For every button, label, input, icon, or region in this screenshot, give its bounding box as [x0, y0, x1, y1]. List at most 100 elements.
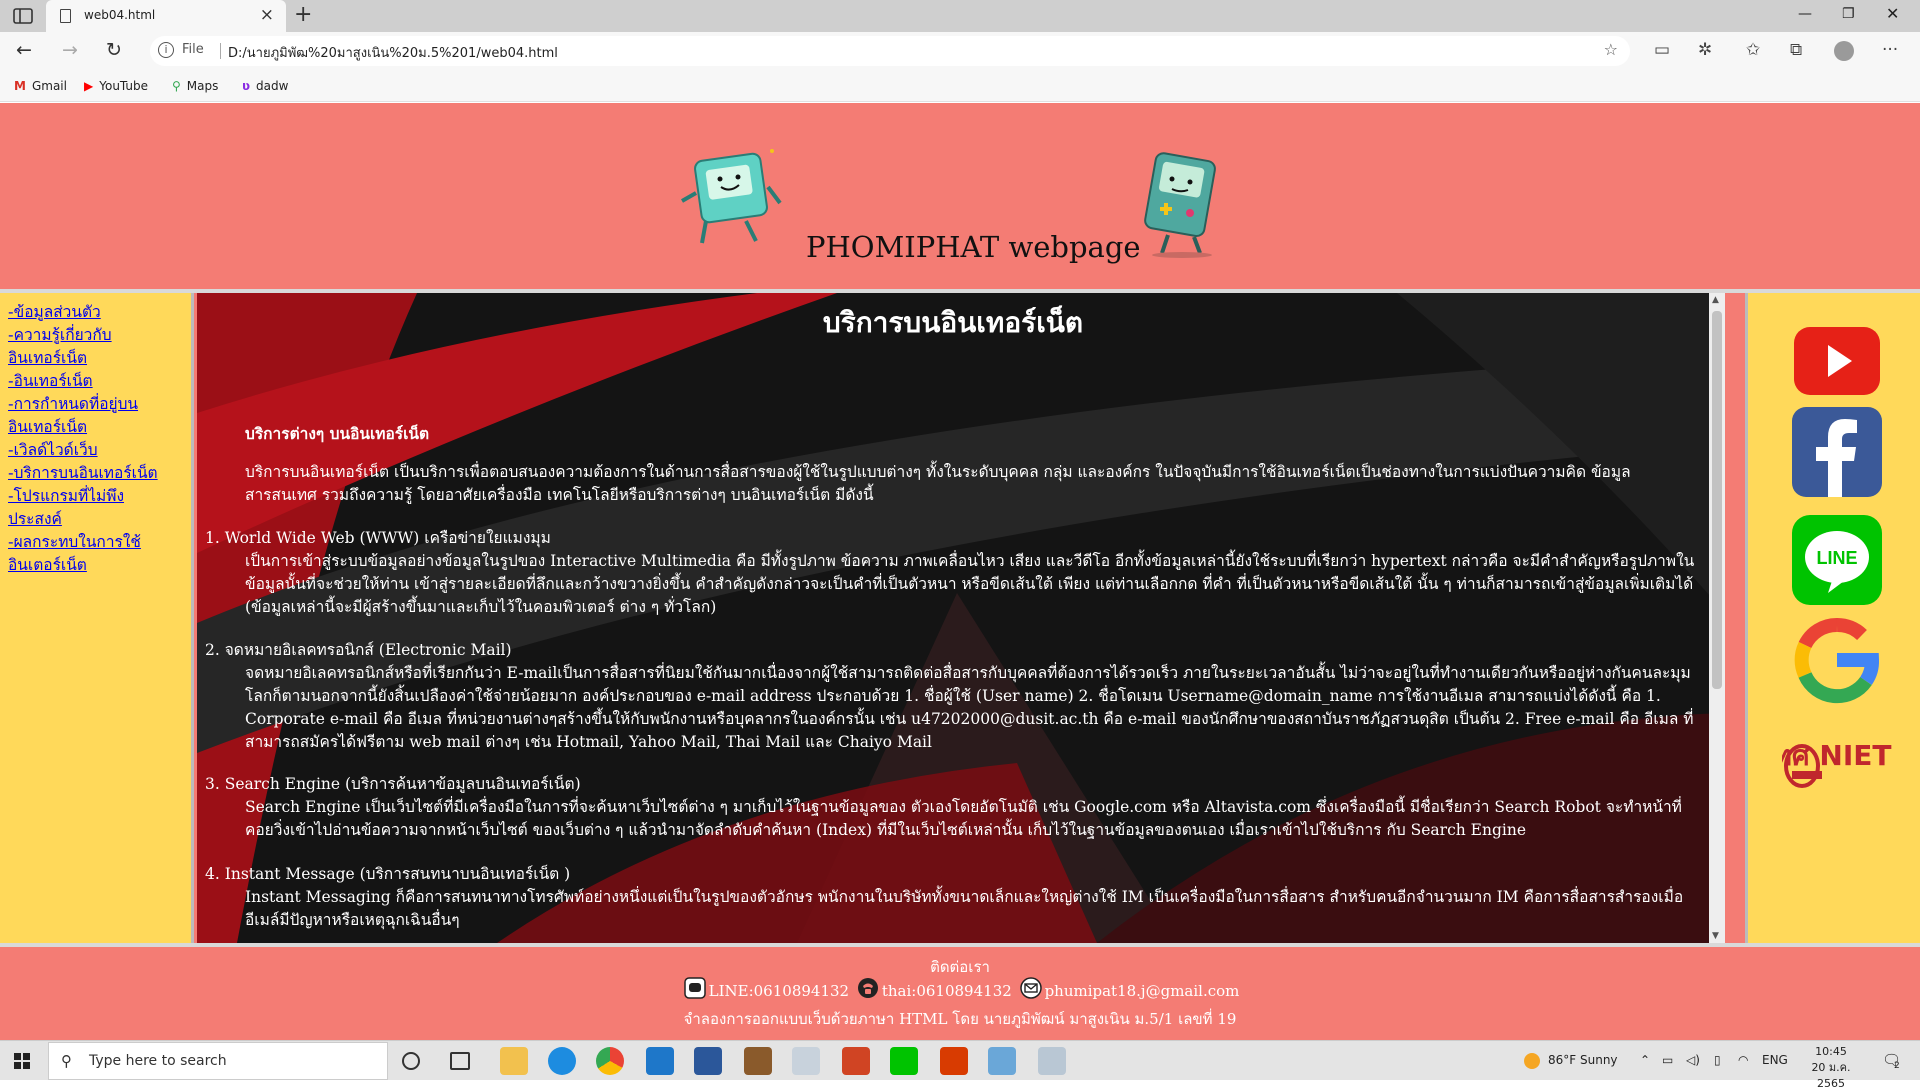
more-menu-icon[interactable]: ··· — [1882, 40, 1898, 60]
email-address[interactable]: phumipat18.j@gmail.com — [1045, 982, 1240, 1000]
nav-item-services[interactable]: -บริการบนอินเทอร์เน็ต — [8, 462, 191, 485]
weather-text[interactable]: 86°F Sunny — [1548, 1053, 1618, 1067]
nav-item-addressing-cont[interactable]: อินเทอร์เน็ต — [8, 416, 191, 439]
nav-item-impacts-cont[interactable]: อินเตอร์เน็ต — [8, 554, 191, 577]
svg-text:LINE: LINE — [1816, 548, 1857, 568]
nav-link[interactable]: อินเทอร์เน็ต — [8, 418, 87, 436]
content-text-area: บริการบนอินเทอร์เน็ต บริการต่างๆ บนอินเท… — [197, 293, 1709, 943]
content-scrollbar[interactable]: ▲ ▼ — [1709, 293, 1725, 943]
line-id[interactable]: LINE:0610894132 — [709, 982, 849, 1000]
paint-icon[interactable] — [1038, 1047, 1066, 1075]
language-indicator[interactable]: ENG — [1762, 1053, 1788, 1067]
back-icon[interactable]: ← — [16, 39, 32, 61]
document-app-icon[interactable] — [792, 1047, 820, 1075]
line-icon[interactable]: LINE — [1792, 515, 1882, 605]
app-icon[interactable] — [940, 1047, 968, 1075]
collections-icon[interactable]: ⧉ — [1790, 40, 1802, 60]
info-icon[interactable]: i — [158, 42, 174, 58]
nav-link[interactable]: -ข้อมูลส่วนตัว — [8, 303, 101, 321]
tab-actions-icon[interactable] — [12, 7, 34, 25]
nav-link[interactable]: -โปรแกรมที่ไม่พึง — [8, 487, 124, 505]
bookmark-dadw[interactable]: ʋ dadw — [242, 79, 288, 93]
page-footer: ติดต่อเรา LINE:0610894132 thai:061089413… — [0, 947, 1920, 1040]
nav-item-internet-knowledge-cont[interactable]: อินเทอร์เน็ต — [8, 347, 191, 370]
browser-tab[interactable]: web04.html × — [46, 0, 286, 32]
scroll-down-icon[interactable]: ▼ — [1712, 931, 1719, 941]
service-item-www: 1. World Wide Web (WWW) เครือข่ายใยแมงมุ… — [205, 527, 1705, 619]
search-icon: ⚲ — [61, 1052, 72, 1070]
nav-item-internet[interactable]: -อินเทอร์เน็ต — [8, 370, 191, 393]
taskbar-clock[interactable]: 10:45 20 ม.ค. 2565 — [1796, 1044, 1866, 1092]
nav-item-internet-knowledge[interactable]: -ความรู้เกี่ยวกับ — [8, 324, 191, 347]
game-app-icon[interactable] — [744, 1047, 772, 1075]
nav-link[interactable]: -บริการบนอินเทอร์เน็ต — [8, 464, 158, 482]
edge-browser-icon[interactable] — [548, 1047, 576, 1075]
profile-avatar-icon[interactable] — [1834, 41, 1854, 61]
scroll-up-icon[interactable]: ▲ — [1712, 295, 1719, 305]
tab-title: web04.html — [84, 8, 156, 22]
minimize-icon[interactable]: — — [1798, 6, 1812, 22]
nav-link[interactable]: ประสงค์ — [8, 510, 62, 528]
bookmark-maps[interactable]: ⚲ Maps — [172, 79, 218, 93]
svg-text:สทศ NIETS: สทศ NIETS — [1782, 739, 1892, 772]
url-text[interactable]: D:/นายภูมิพัฒ%20มาสูงเนิน%20ม.5%201/web0… — [228, 42, 558, 63]
nav-link[interactable]: -การกำหนดที่อยู่บน — [8, 395, 138, 413]
forward-icon[interactable]: → — [62, 39, 78, 61]
wifi-icon[interactable]: ◠ — [1738, 1053, 1748, 1067]
show-hidden-icons-icon[interactable]: ⌃ — [1640, 1053, 1650, 1067]
restore-icon[interactable]: ❐ — [1842, 6, 1855, 22]
file-explorer-icon[interactable] — [500, 1047, 528, 1075]
email-icon — [1019, 977, 1042, 999]
refresh-icon[interactable]: ↻ — [106, 39, 122, 61]
volume-icon[interactable]: ◁) — [1686, 1053, 1700, 1067]
nav-link[interactable]: -อินเทอร์เน็ต — [8, 372, 93, 390]
page-icon: ʋ — [242, 79, 251, 93]
add-favorite-icon[interactable]: ☆ — [1604, 40, 1618, 59]
close-window-icon[interactable]: ✕ — [1886, 4, 1899, 23]
nav-link[interactable]: อินเตอร์เน็ต — [8, 556, 87, 574]
nav-link[interactable]: -ความรู้เกี่ยวกับ — [8, 326, 112, 344]
line-app-icon[interactable] — [890, 1047, 918, 1075]
facebook-icon[interactable] — [1792, 407, 1882, 497]
nav-link[interactable]: -เวิลด์ไวด์เว็บ — [8, 441, 98, 459]
reading-view-icon[interactable]: ▭ — [1654, 40, 1670, 60]
bookmark-youtube[interactable]: ▶ YouTube — [84, 79, 148, 93]
new-tab-button[interactable]: + — [294, 2, 312, 27]
bookmark-label: Gmail — [31, 79, 67, 93]
cortana-icon[interactable] — [402, 1052, 420, 1070]
nav-item-unwanted-programs-cont[interactable]: ประสงค์ — [8, 508, 191, 531]
nav-item-unwanted-programs[interactable]: -โปรแกรมที่ไม่พึง — [8, 485, 191, 508]
taskbar-search-box[interactable]: ⚲ Type here to search — [48, 1042, 388, 1080]
nav-item-impacts[interactable]: -ผลกระทบในการใช้ — [8, 531, 191, 554]
nav-item-www[interactable]: -เวิลด์ไวด์เว็บ — [8, 439, 191, 462]
word-icon[interactable] — [694, 1047, 722, 1075]
phone-number[interactable]: thai:0610894132 — [882, 982, 1012, 1000]
bookmark-gmail[interactable]: M Gmail — [14, 79, 67, 93]
favorites-icon[interactable]: ✩ — [1746, 40, 1760, 60]
youtube-icon[interactable] — [1792, 317, 1882, 407]
nav-link[interactable]: -ผลกระทบในการใช้ — [8, 533, 141, 551]
service-item-search-engine: 3. Search Engine (บริการค้นหาข้อมูลบนอิน… — [205, 773, 1705, 842]
close-tab-icon[interactable]: × — [260, 5, 274, 25]
service-item-instant-message: 4. Instant Message (บริการสนทนาบนอินเทอร… — [205, 863, 1705, 932]
scrollbar-thumb[interactable] — [1712, 311, 1722, 689]
clock-date: 20 ม.ค. 2565 — [1811, 1061, 1851, 1090]
task-view-icon[interactable] — [450, 1052, 470, 1070]
nav-item-addressing[interactable]: -การกำหนดที่อยู่บน — [8, 393, 191, 416]
nav-item-personal-info[interactable]: -ข้อมูลส่วนตัว — [8, 301, 191, 324]
page-header: PHOMIPHAT webpage — [0, 103, 1920, 290]
nav-link[interactable]: อินเทอร์เน็ต — [8, 349, 87, 367]
url-field[interactable]: i File D:/นายภูมิพัฒ%20มาสูงเนิน%20ม.5%2… — [150, 36, 1630, 66]
powerpoint-icon[interactable] — [842, 1047, 870, 1075]
battery-icon[interactable]: ▯ — [1714, 1053, 1721, 1067]
left-nav: -ข้อมูลส่วนตัว -ความรู้เกี่ยวกับ อินเทอร… — [0, 293, 194, 943]
notepad-icon[interactable] — [988, 1047, 1016, 1075]
network-icon[interactable]: ▭ — [1662, 1053, 1673, 1067]
google-icon[interactable] — [1792, 615, 1882, 705]
mail-icon[interactable] — [646, 1047, 674, 1075]
service-description: Instant Messaging ก็คือการสนทนาทางโทรศัพ… — [245, 888, 1684, 929]
extensions-icon[interactable]: ✲ — [1698, 40, 1712, 60]
niets-logo[interactable]: สทศ NIETS — [1782, 721, 1892, 811]
chrome-icon[interactable] — [596, 1047, 624, 1075]
windows-start-icon[interactable] — [14, 1053, 30, 1069]
